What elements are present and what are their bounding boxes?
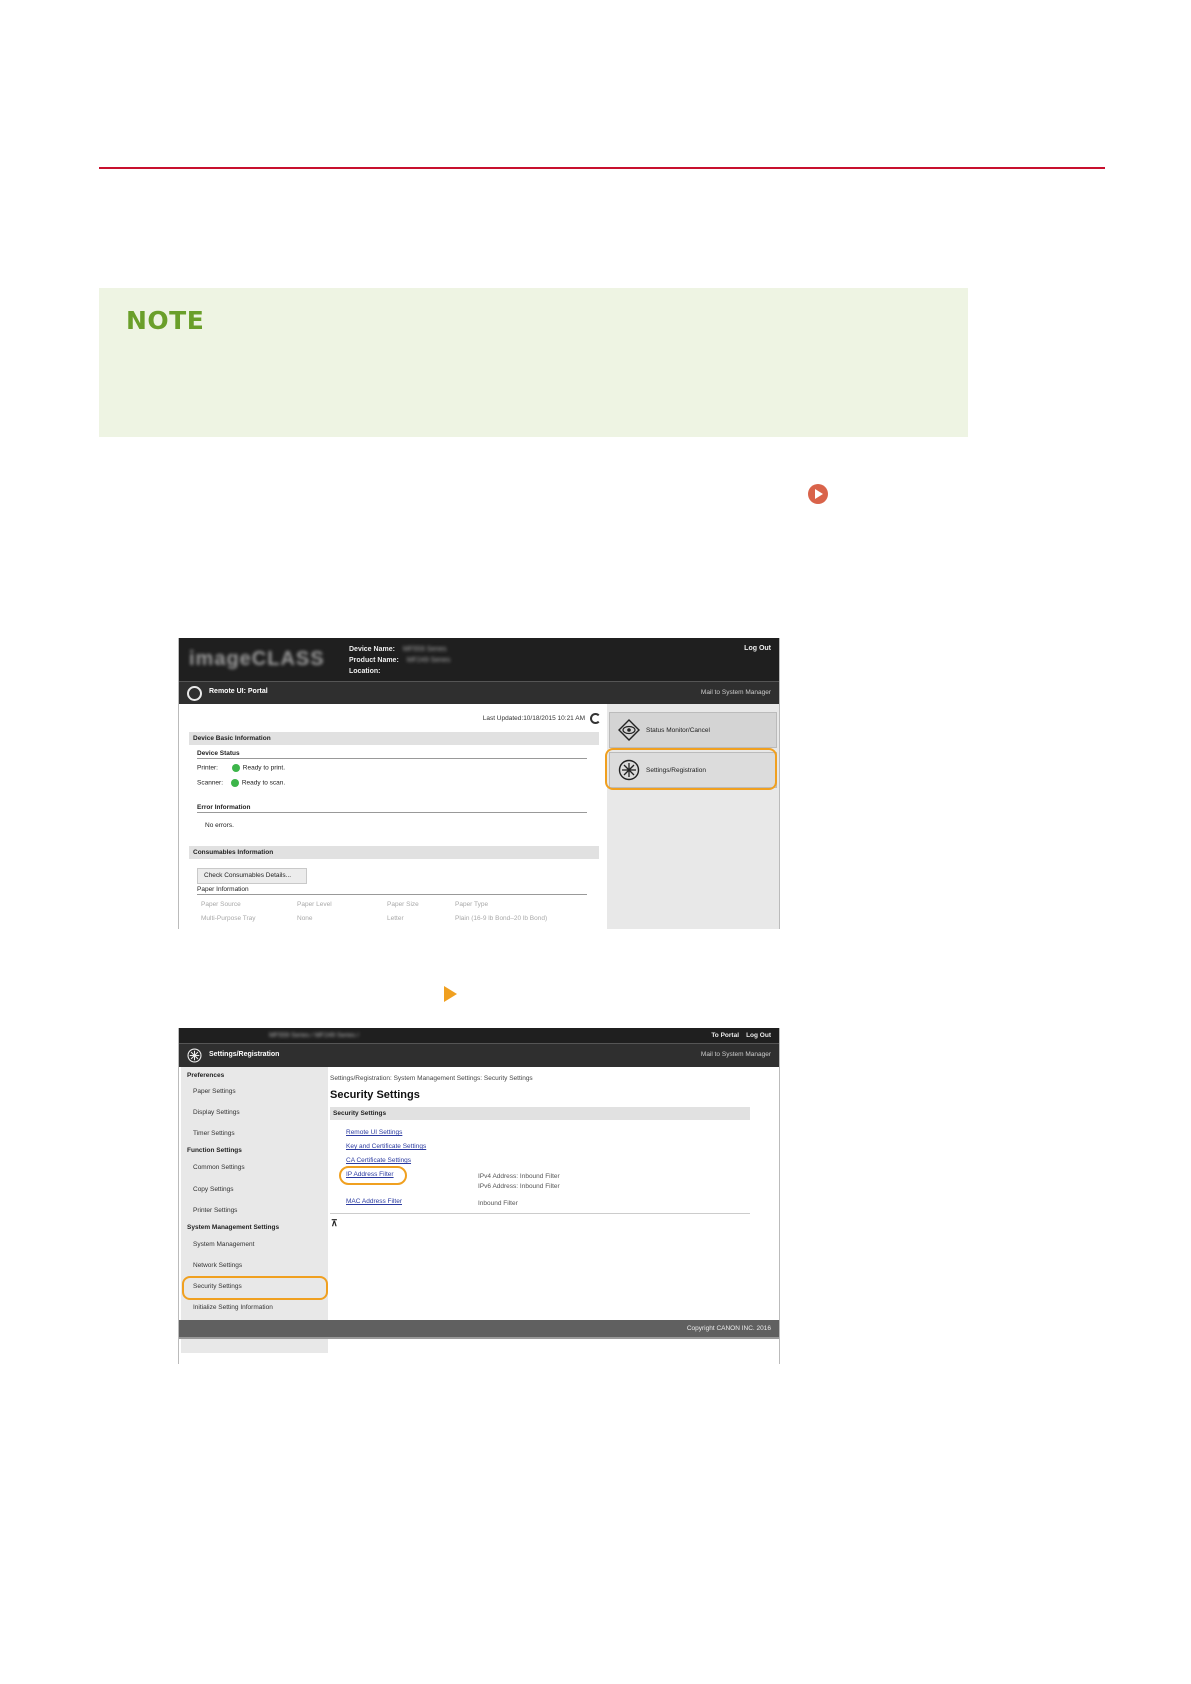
divider: [330, 1213, 750, 1214]
portal-main: Last Updated:10/18/2015 10:21 AM Device …: [181, 704, 605, 929]
nav-category-preferences: Preferences: [187, 1072, 225, 1079]
nav-category-function-settings: Function Settings: [187, 1147, 242, 1154]
mail-to-manager-link[interactable]: Mail to System Manager: [701, 689, 771, 696]
settings-footer: Copyright CANON INC. 2016: [179, 1320, 779, 1337]
paper-table: Paper Source Paper Level Paper Size Pape…: [197, 897, 577, 929]
ipv6-filter-text: IPv6 Address: Inbound Filter: [478, 1183, 560, 1190]
settings-main: Settings/Registration: System Management…: [330, 1067, 779, 1353]
settings-title-bar: Settings/Registration Mail to System Man…: [179, 1043, 779, 1067]
nav-item-copy-settings[interactable]: Copy Settings: [193, 1186, 233, 1193]
settings-sidebar: Preferences Paper Settings Display Setti…: [181, 1067, 328, 1353]
status-monitor-button[interactable]: Status Monitor/Cancel: [609, 712, 777, 748]
device-status-heading: Device Status: [197, 750, 587, 759]
portal-icon: [187, 686, 202, 701]
no-errors-text: No errors.: [205, 822, 234, 829]
scanner-status-row: Scanner: Ready to scan.: [197, 779, 285, 787]
key-cert-settings-link[interactable]: Key and Certificate Settings: [346, 1143, 426, 1150]
status-monitor-label: Status Monitor/Cancel: [646, 727, 710, 734]
remote-ui-portal-screenshot: imageCLASS Device Name: MF559 Series Prod…: [178, 638, 780, 929]
portal-title: Remote UI: Portal: [209, 688, 268, 695]
nav-item-network-settings[interactable]: Network Settings: [193, 1262, 242, 1269]
scanner-status: Ready to scan.: [241, 779, 286, 787]
printer-label: Printer:: [197, 764, 218, 772]
printer-status: Ready to print.: [242, 764, 286, 772]
mac-address-filter-link[interactable]: MAC Address Filter: [346, 1198, 402, 1205]
scroll-top-icon[interactable]: ⊼: [331, 1219, 338, 1228]
status-dot-icon: [230, 779, 242, 787]
nav-item-initialize[interactable]: Initialize Setting Information: [193, 1304, 273, 1311]
remote-ui-settings-link[interactable]: Remote UI Settings: [346, 1129, 402, 1136]
location-label: Location:: [349, 668, 381, 675]
series-breadcrumb: MF559 Series / MF249 Series /: [269, 1032, 359, 1039]
ipv4-filter-text: IPv4 Address: Inbound Filter: [478, 1173, 560, 1180]
device-basic-info-heading: Device Basic Information: [189, 732, 599, 745]
note-title: NOTE: [126, 306, 205, 335]
nav-item-printer-settings[interactable]: Printer Settings: [193, 1207, 237, 1214]
nav-item-system-management[interactable]: System Management: [193, 1241, 254, 1248]
nav-item-paper-settings[interactable]: Paper Settings: [193, 1088, 236, 1095]
paper-cell: None: [297, 915, 313, 922]
settings-highlight: [605, 748, 777, 790]
eye-icon: [618, 719, 640, 741]
paper-cell: Multi-Purpose Tray: [201, 915, 256, 922]
refresh-icon[interactable]: [590, 713, 601, 724]
breadcrumb: Settings/Registration: System Management…: [330, 1075, 533, 1082]
device-name-value: MF559 Series: [402, 646, 447, 653]
paper-info-heading: Paper Information: [197, 886, 587, 895]
note-box: NOTE: [99, 288, 968, 437]
portal-title-bar: Remote UI: Portal Mail to System Manager: [179, 681, 779, 704]
nav-item-display-settings[interactable]: Display Settings: [193, 1109, 240, 1116]
ca-cert-settings-link[interactable]: CA Certificate Settings: [346, 1157, 411, 1164]
copyright: Copyright CANON INC. 2016: [686, 1325, 771, 1332]
error-info-heading: Error Information: [197, 804, 587, 813]
mail-to-manager-link[interactable]: Mail to System Manager: [701, 1051, 771, 1058]
product-name-value: MF249 Series: [406, 657, 451, 664]
nav-item-timer-settings[interactable]: Timer Settings: [193, 1130, 235, 1137]
portal-header: imageCLASS Device Name: MF559 Series Prod…: [179, 638, 779, 681]
ip-filter-highlight: [339, 1166, 407, 1185]
page-title: Security Settings: [330, 1089, 420, 1101]
step-arrow-icon: [444, 986, 457, 1002]
paper-cell: Letter: [387, 915, 404, 922]
product-logo: imageCLASS: [189, 648, 325, 670]
consumables-heading: Consumables Information: [189, 846, 599, 859]
settings-gear-icon: [187, 1048, 202, 1063]
status-dot-icon: [231, 764, 243, 772]
check-consumables-button[interactable]: Check Consumables Details...: [197, 868, 307, 884]
section-heading: Security Settings: [330, 1107, 750, 1120]
logout-link[interactable]: Log Out: [746, 1032, 771, 1039]
heading-rule: [99, 167, 1105, 169]
paper-col-header: Paper Source: [201, 901, 241, 908]
device-name-label: Device Name:: [349, 646, 395, 653]
link-arrow-icon[interactable]: [808, 484, 828, 504]
logout-link[interactable]: Log Out: [744, 645, 771, 652]
footer-line: [179, 1337, 779, 1339]
inbound-filter-text: Inbound Filter: [478, 1200, 518, 1207]
nav-item-common-settings[interactable]: Common Settings: [193, 1164, 245, 1171]
paper-col-header: Paper Type: [455, 901, 489, 908]
paper-col-header: Paper Level: [297, 901, 332, 908]
settings-registration-screenshot: MF559 Series / MF249 Series / To Portal …: [178, 1028, 780, 1364]
scanner-label: Scanner:: [197, 779, 224, 787]
paper-cell: Plain (16-9 lb Bond–20 lb Bond): [455, 915, 548, 922]
device-info: Device Name: MF559 Series Product Name: MF…: [349, 644, 450, 677]
paper-col-header: Paper Size: [387, 901, 419, 908]
product-name-label: Product Name:: [349, 657, 399, 664]
settings-header: MF559 Series / MF249 Series / To Portal …: [179, 1028, 779, 1043]
security-settings-highlight: [182, 1276, 328, 1300]
settings-title: Settings/Registration: [209, 1051, 280, 1058]
printer-status-row: Printer: Ready to print.: [197, 764, 285, 772]
to-portal-link[interactable]: To Portal: [711, 1032, 739, 1039]
last-updated: Last Updated:10/18/2015 10:21 AM: [482, 715, 585, 722]
nav-category-system-management: System Management Settings: [187, 1224, 280, 1231]
